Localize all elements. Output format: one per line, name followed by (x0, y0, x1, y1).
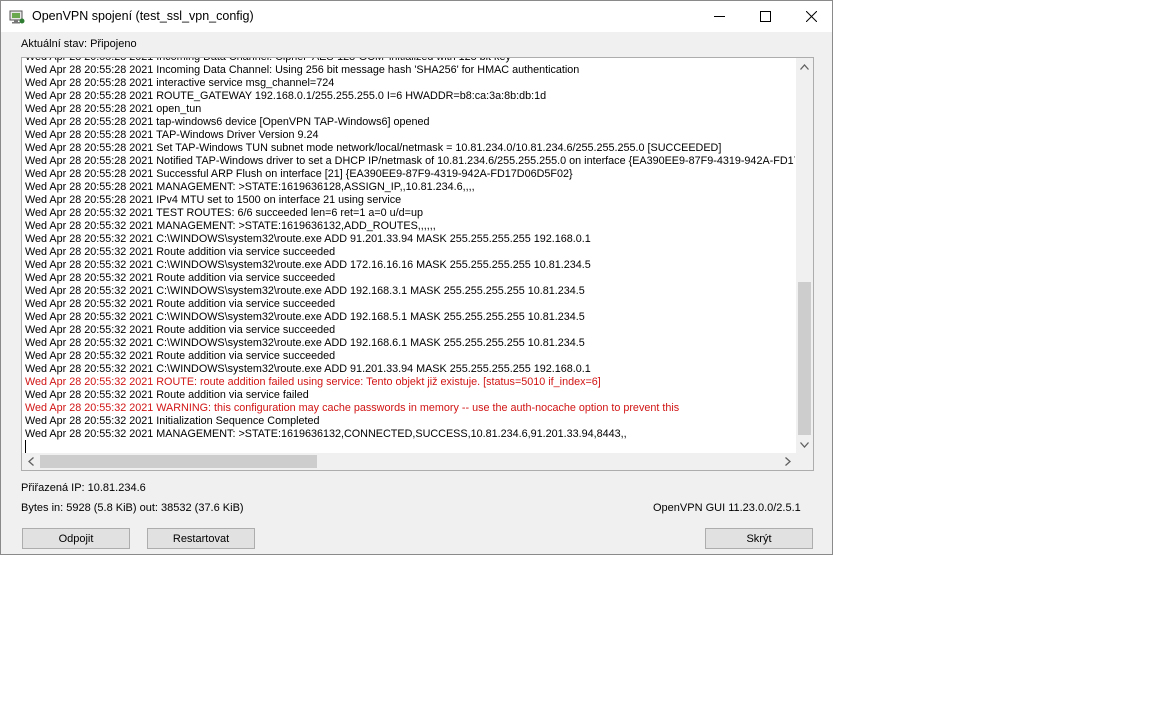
minimize-button[interactable] (696, 1, 742, 32)
log-line: Wed Apr 28 20:55:32 2021 C:\WINDOWS\syst… (25, 311, 585, 323)
log-line: Wed Apr 28 20:55:32 2021 TEST ROUTES: 6/… (25, 207, 423, 219)
log-line: Wed Apr 28 20:55:28 2021 MANAGEMENT: >ST… (25, 181, 475, 193)
horizontal-scrollbar[interactable] (22, 453, 796, 470)
openvpn-app-icon (9, 9, 25, 25)
window-title: OpenVPN spojení (test_ssl_vpn_config) (32, 9, 254, 23)
openvpn-status-window: OpenVPN spojení (test_ssl_vpn_config) Ak… (0, 0, 833, 555)
log-line: Wed Apr 28 20:55:28 2021 Notified TAP-Wi… (25, 155, 795, 167)
log-line: Wed Apr 28 20:55:28 2021 Successful ARP … (25, 168, 573, 180)
log-line: Wed Apr 28 20:55:32 2021 C:\WINDOWS\syst… (25, 285, 585, 297)
chevron-down-icon (800, 441, 809, 448)
log-line: Wed Apr 28 20:55:28 2021 open_tun (25, 103, 202, 115)
log-line: Wed Apr 28 20:55:32 2021 Initialization … (25, 415, 320, 427)
restart-button[interactable]: Restartovat (147, 528, 255, 549)
chevron-right-icon (784, 457, 791, 466)
maximize-icon (759, 11, 771, 22)
gui-version: OpenVPN GUI 11.23.0.0/2.5.1 (653, 502, 801, 514)
horizontal-scroll-thumb[interactable] (40, 455, 317, 468)
scroll-up-arrow[interactable] (796, 58, 813, 75)
log-line: Wed Apr 28 20:55:32 2021 C:\WINDOWS\syst… (25, 259, 591, 271)
log-lines: Wed Apr 28 20:55:28 2021 Incoming Data C… (25, 57, 795, 441)
log-line: Wed Apr 28 20:55:32 2021 Route addition … (25, 246, 336, 258)
minimize-icon (713, 16, 725, 17)
log-textarea[interactable]: Wed Apr 28 20:55:28 2021 Incoming Data C… (21, 57, 814, 471)
log-line: Wed Apr 28 20:55:28 2021 TAP-Windows Dri… (25, 129, 319, 141)
log-line: Wed Apr 28 20:55:32 2021 Route addition … (25, 272, 336, 284)
log-line: Wed Apr 28 20:55:28 2021 Incoming Data C… (25, 64, 580, 76)
log-line: Wed Apr 28 20:55:28 2021 tap-windows6 de… (25, 116, 430, 128)
close-button[interactable] (788, 1, 834, 32)
vertical-scroll-thumb[interactable] (798, 282, 811, 435)
log-line: Wed Apr 28 20:55:28 2021 interactive ser… (25, 77, 335, 89)
log-line: Wed Apr 28 20:55:32 2021 Route addition … (25, 298, 336, 310)
title-bar[interactable]: OpenVPN spojení (test_ssl_vpn_config) (1, 1, 832, 32)
log-line: Wed Apr 28 20:55:32 2021 C:\WINDOWS\syst… (25, 363, 591, 375)
log-line: Wed Apr 28 20:55:32 2021 C:\WINDOWS\syst… (25, 337, 585, 349)
log-line: Wed Apr 28 20:55:28 2021 IPv4 MTU set to… (25, 194, 402, 206)
scrollbar-corner (796, 453, 813, 470)
log-line: Wed Apr 28 20:55:28 2021 ROUTE_GATEWAY 1… (25, 90, 547, 102)
log-line: Wed Apr 28 20:55:28 2021 Set TAP-Windows… (25, 142, 722, 154)
log-line: Wed Apr 28 20:55:32 2021 Route addition … (25, 324, 336, 336)
scroll-left-arrow[interactable] (22, 453, 39, 470)
scroll-right-arrow[interactable] (779, 453, 796, 470)
log-line: Wed Apr 28 20:55:32 2021 Route addition … (25, 350, 336, 362)
disconnect-button[interactable]: Odpojit (22, 528, 130, 549)
log-line: Wed Apr 28 20:55:32 2021 C:\WINDOWS\syst… (25, 233, 591, 245)
scroll-down-arrow[interactable] (796, 436, 813, 453)
log-line: Wed Apr 28 20:55:32 2021 MANAGEMENT: >ST… (25, 428, 627, 440)
assigned-ip: Přiřazená IP: 10.81.234.6 (21, 482, 146, 494)
connection-status: Aktuální stav: Připojeno (21, 38, 137, 50)
log-line: Wed Apr 28 20:55:28 2021 Incoming Data C… (25, 57, 511, 63)
log-line-error: Wed Apr 28 20:55:32 2021 ROUTE: route ad… (25, 376, 601, 388)
text-caret (25, 440, 26, 453)
hide-button[interactable]: Skrýt (705, 528, 813, 549)
vertical-scrollbar[interactable] (796, 58, 813, 453)
log-line: Wed Apr 28 20:55:32 2021 MANAGEMENT: >ST… (25, 220, 436, 232)
close-icon (805, 11, 817, 22)
maximize-button[interactable] (742, 1, 788, 32)
chevron-up-icon (800, 63, 809, 70)
bytes-counter: Bytes in: 5928 (5.8 KiB) out: 38532 (37.… (21, 502, 244, 514)
chevron-left-icon (27, 457, 34, 466)
log-line: Wed Apr 28 20:55:32 2021 Route addition … (25, 389, 309, 401)
log-line-error: Wed Apr 28 20:55:32 2021 WARNING: this c… (25, 402, 680, 414)
